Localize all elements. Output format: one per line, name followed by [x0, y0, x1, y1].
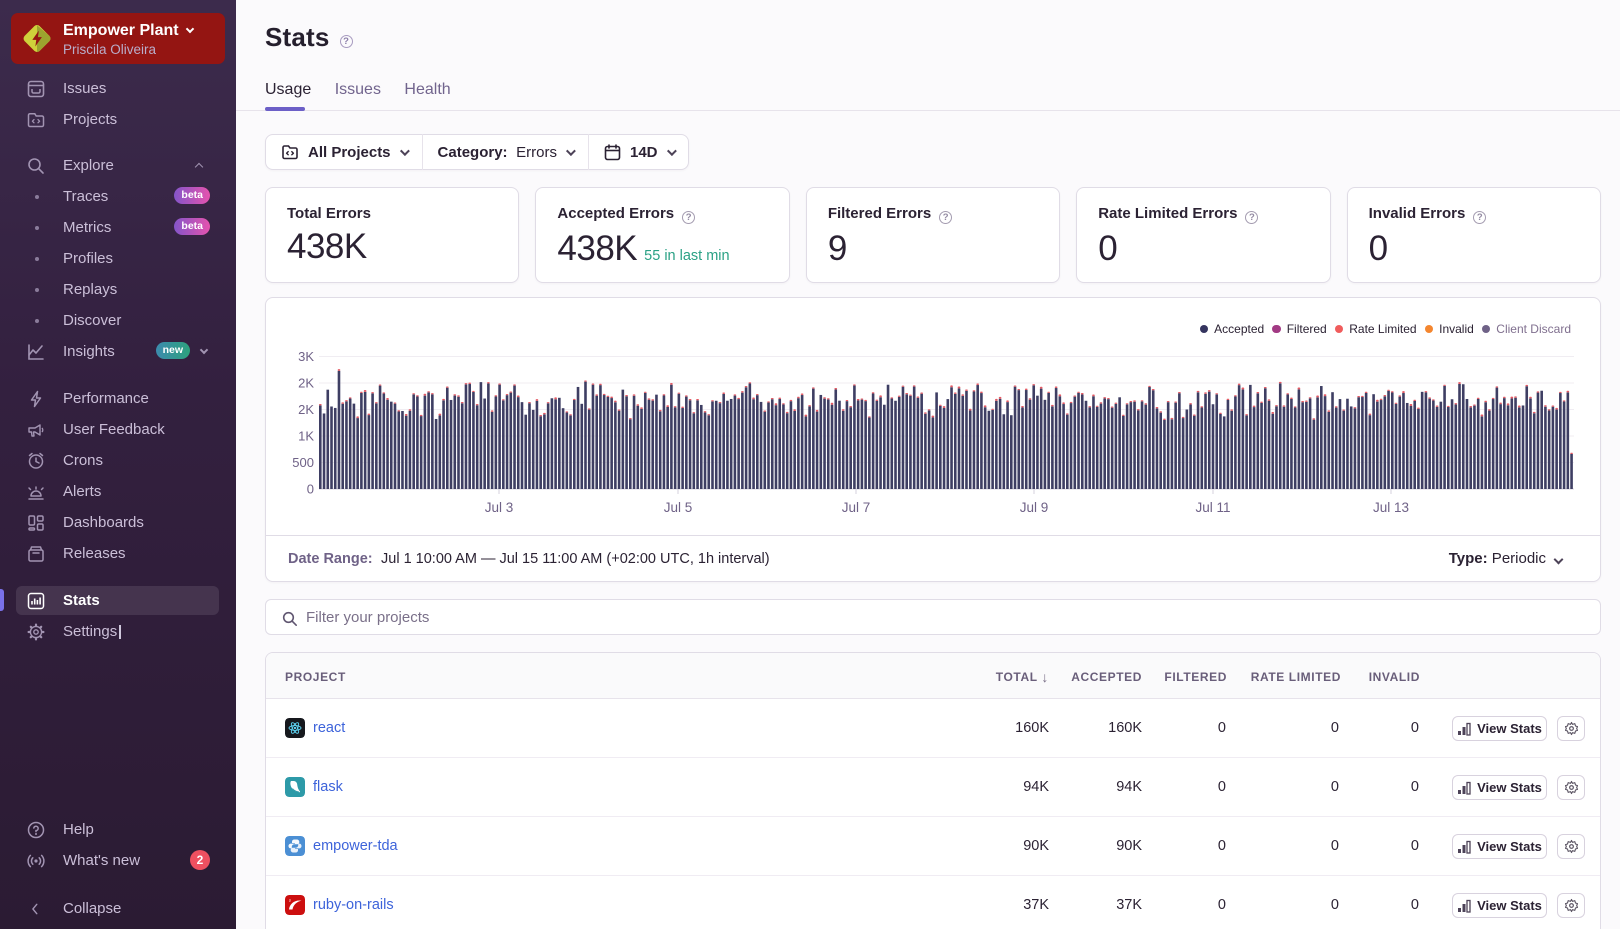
svg-text:3K: 3K [298, 349, 314, 364]
svg-text:0: 0 [307, 482, 314, 497]
svg-text:2K: 2K [298, 402, 314, 417]
svg-text:Jul 9: Jul 9 [1020, 500, 1049, 515]
svg-text:500: 500 [292, 455, 314, 470]
svg-text:2K: 2K [298, 376, 314, 391]
svg-text:Jul 13: Jul 13 [1373, 500, 1409, 515]
svg-text:Jul 7: Jul 7 [842, 500, 871, 515]
svg-text:Jul 11: Jul 11 [1195, 500, 1230, 515]
svg-text:Jul 5: Jul 5 [664, 500, 693, 515]
svg-text:Jul 3: Jul 3 [485, 500, 514, 515]
svg-text:1K: 1K [298, 429, 314, 444]
